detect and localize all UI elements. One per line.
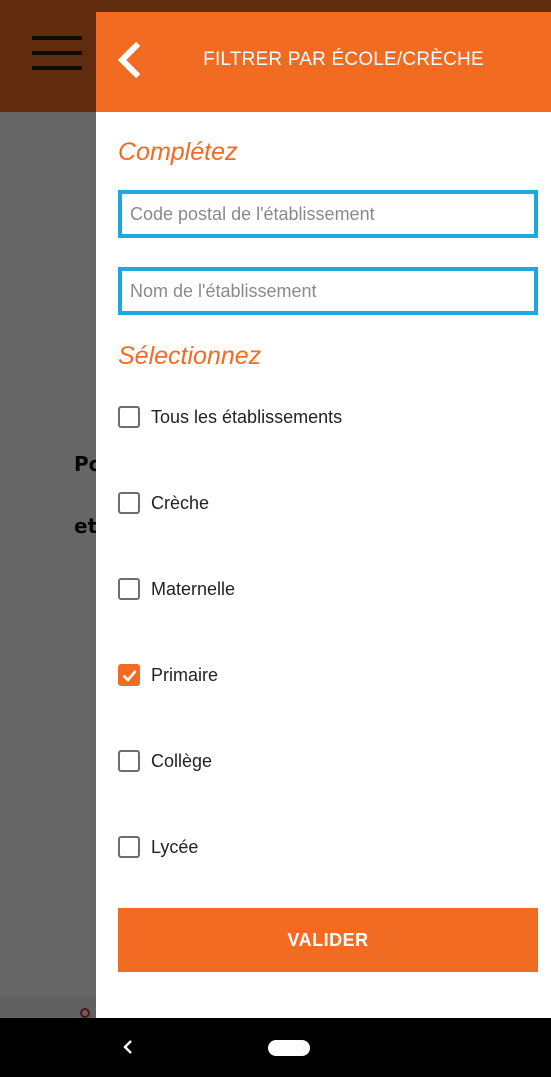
option-label: Collège <box>151 750 213 771</box>
back-button[interactable] <box>112 40 148 80</box>
nav-home-pill-icon[interactable] <box>268 1040 310 1056</box>
option-all-establishments[interactable]: Tous les établissements <box>118 401 518 433</box>
option-label: Tous les établissements <box>151 406 343 427</box>
section-title-select: Sélectionnez <box>118 342 262 370</box>
postal-code-field[interactable] <box>118 190 538 238</box>
section-title-complete: Complétez <box>118 138 238 166</box>
validate-button[interactable]: VALIDER <box>118 908 538 972</box>
screen: Po et FILTRER PAR ÉCOLE/CRÈCHE Complétez… <box>0 0 551 1077</box>
option-label: Maternelle <box>151 578 236 599</box>
checkbox-checked[interactable] <box>118 664 140 686</box>
checkbox[interactable] <box>118 836 140 858</box>
checkbox[interactable] <box>118 578 140 600</box>
option-creche[interactable]: Crèche <box>118 487 518 519</box>
checkmark-icon <box>122 670 137 682</box>
drawer-header: FILTRER PAR ÉCOLE/CRÈCHE <box>96 12 551 112</box>
establishment-name-field[interactable] <box>118 267 538 315</box>
option-lycee[interactable]: Lycée <box>118 831 518 863</box>
option-primaire[interactable]: Primaire <box>118 659 518 691</box>
checkbox[interactable] <box>118 750 140 772</box>
option-label: Lycée <box>151 836 199 857</box>
checkbox[interactable] <box>118 406 140 428</box>
option-maternelle[interactable]: Maternelle <box>118 573 518 605</box>
option-label: Crèche <box>151 492 210 513</box>
system-nav-bar <box>0 1018 551 1077</box>
chevron-left-icon <box>117 41 141 79</box>
filter-drawer: FILTRER PAR ÉCOLE/CRÈCHE Complétez Sélec… <box>96 12 551 1018</box>
option-label: Primaire <box>151 664 219 685</box>
drawer-title: FILTRER PAR ÉCOLE/CRÈCHE <box>203 49 484 70</box>
option-college[interactable]: Collège <box>118 745 518 777</box>
checkbox[interactable] <box>118 492 140 514</box>
nav-back-icon[interactable] <box>118 1035 138 1059</box>
